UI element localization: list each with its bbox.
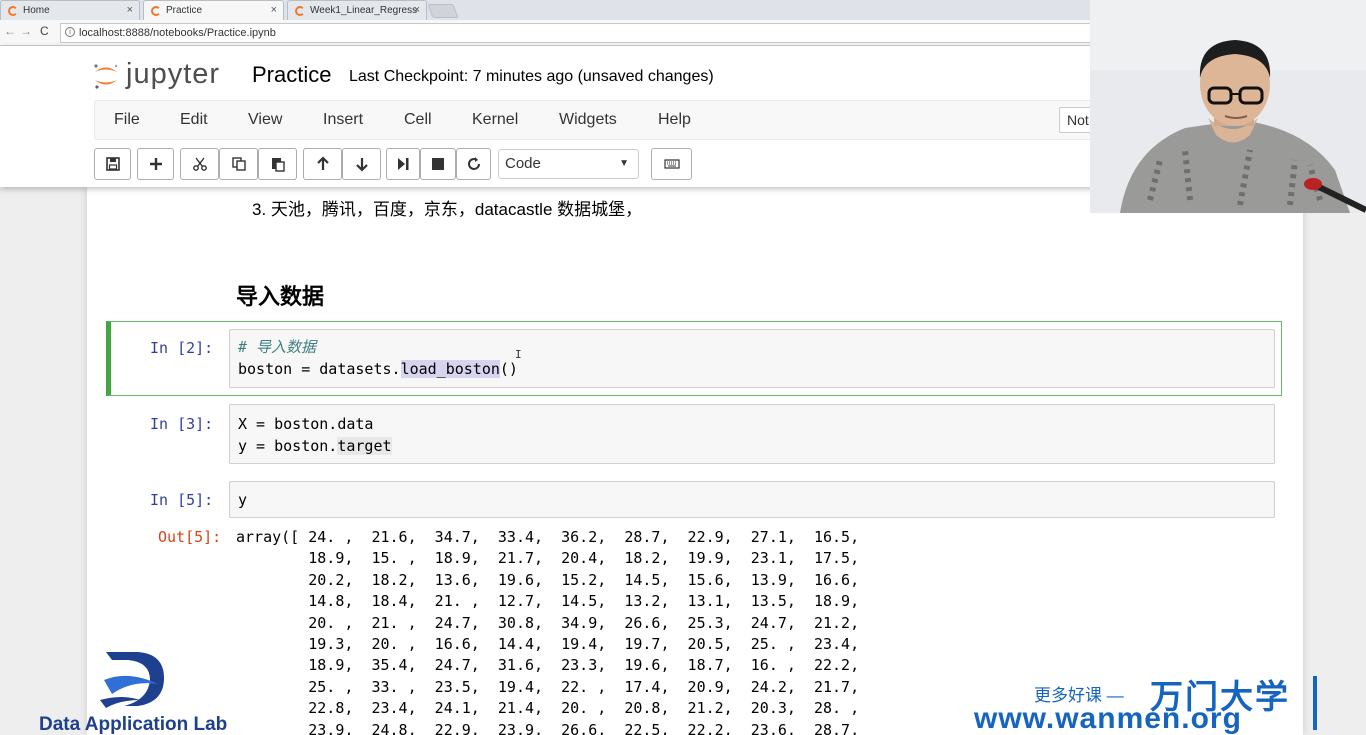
notebook-title[interactable]: Practice — [252, 62, 331, 88]
url-text: localhost:8888/notebooks/Practice.ipynb — [79, 27, 276, 39]
markdown-list-item: 3. 天池，腾讯，百度，京东，datacastle 数据城堡， — [252, 200, 643, 219]
code-line: # 导入数据 — [238, 337, 316, 358]
command-palette-button[interactable] — [651, 148, 692, 180]
jupyter-favicon-icon — [151, 6, 161, 16]
arrow-up-icon — [316, 156, 329, 170]
menu-file[interactable]: File — [114, 111, 140, 129]
kernel-indicator-text: Not — [1067, 112, 1089, 128]
menu-kernel[interactable]: Kernel — [472, 111, 518, 129]
plus-icon — [149, 158, 162, 170]
close-icon[interactable]: × — [127, 1, 133, 20]
cell-input-prompt: In [3]: — [150, 415, 214, 433]
jupyter-wordmark: jupyter — [126, 58, 221, 90]
menu-cell[interactable]: Cell — [404, 111, 432, 129]
url-field[interactable]: i localhost:8888/notebooks/Practice.ipyn… — [60, 23, 1100, 43]
close-icon[interactable]: × — [271, 1, 277, 20]
cell-type-select[interactable]: Code ▼ — [498, 149, 639, 179]
highlighted-text: target — [337, 437, 392, 455]
cut-button[interactable] — [180, 148, 219, 180]
cell-type-value: Code — [505, 155, 541, 172]
paste-icon — [271, 158, 285, 172]
menu-help[interactable]: Help — [658, 111, 691, 129]
watermark-url: www.wanmen.org — [974, 702, 1242, 735]
code-line: X = boston.data — [238, 415, 374, 433]
stop-icon — [432, 158, 444, 170]
jupyter-favicon-icon — [8, 6, 18, 16]
jupyter-favicon-icon — [295, 6, 305, 16]
code-input-area[interactable]: # 导入数据 boston = datasets.load_boston() — [229, 329, 1275, 388]
code-input-area[interactable]: y — [229, 481, 1275, 518]
save-icon — [105, 157, 120, 171]
text-cursor-icon: I — [515, 348, 522, 361]
code-text: () — [499, 360, 518, 378]
code-text: y = boston. — [238, 437, 338, 455]
cell-output-prompt: Out[5]: — [158, 528, 222, 546]
cell-input-prompt: In [2]: — [150, 339, 214, 357]
reload-icon[interactable]: C — [40, 24, 49, 38]
tab-label: Practice — [166, 5, 203, 16]
new-tab-button[interactable] — [427, 4, 459, 18]
menu-bar: File Edit View Insert Cell Kernel Widget… — [94, 100, 1104, 140]
cut-icon — [192, 157, 207, 171]
arrow-down-icon — [355, 158, 368, 172]
data-application-lab-text: Data Application Lab — [39, 714, 228, 735]
move-down-button[interactable] — [342, 148, 381, 180]
checkpoint-status: Last Checkpoint: 7 minutes ago (unsaved … — [349, 68, 714, 85]
dropdown-caret-icon: ▼ — [619, 158, 629, 169]
menu-widgets[interactable]: Widgets — [559, 111, 617, 129]
tab-week1-linear-regression[interactable]: Week1_Linear_Regress × — [287, 0, 427, 20]
cell-output-text: array([ 24. , 21.6, 34.7, 33.4, 36.2, 28… — [236, 528, 860, 735]
jupyter-logo[interactable]: jupyter — [92, 58, 232, 94]
data-application-lab-logo-icon — [100, 652, 164, 708]
run-icon — [398, 158, 409, 170]
insert-cell-button[interactable] — [137, 148, 174, 180]
code-text: boston = datasets. — [238, 360, 401, 378]
copy-icon — [231, 157, 246, 171]
tab-label: Home — [23, 5, 50, 16]
tab-home[interactable]: Home × — [0, 0, 140, 20]
selected-text: load_boston — [400, 360, 500, 378]
info-icon[interactable]: i — [65, 27, 75, 37]
code-line: y — [238, 491, 248, 509]
forward-icon[interactable]: → — [20, 24, 32, 38]
menu-view[interactable]: View — [248, 111, 282, 129]
cell-input-prompt: In [5]: — [150, 491, 214, 509]
interrupt-button[interactable] — [420, 148, 456, 180]
back-icon[interactable]: ← — [4, 24, 16, 38]
markdown-heading: 导入数据 — [236, 284, 325, 309]
move-up-button[interactable] — [303, 148, 342, 180]
restart-icon — [467, 157, 480, 170]
code-comment: # 导入数据 — [238, 338, 317, 356]
webcam-overlay — [1090, 0, 1366, 213]
watermark-divider — [1313, 676, 1317, 730]
code-line: boston = datasets.load_boston() — [238, 359, 518, 380]
paste-button[interactable] — [258, 148, 297, 180]
code-input-area[interactable]: X = boston.data y = boston.target — [229, 404, 1275, 464]
jupyter-logo-icon — [94, 64, 118, 89]
keyboard-icon — [663, 159, 680, 169]
presenter-video-image — [1090, 0, 1366, 213]
close-icon[interactable]: × — [414, 1, 420, 20]
menu-edit[interactable]: Edit — [180, 111, 208, 129]
code-line: y = boston.target — [238, 436, 392, 457]
run-button[interactable] — [386, 148, 420, 180]
menu-insert[interactable]: Insert — [323, 111, 363, 129]
restart-button[interactable] — [456, 148, 491, 180]
copy-button[interactable] — [219, 148, 258, 180]
tab-label: Week1_Linear_Regress — [310, 5, 418, 16]
tab-practice[interactable]: Practice × — [143, 0, 284, 20]
save-button[interactable] — [94, 148, 131, 180]
